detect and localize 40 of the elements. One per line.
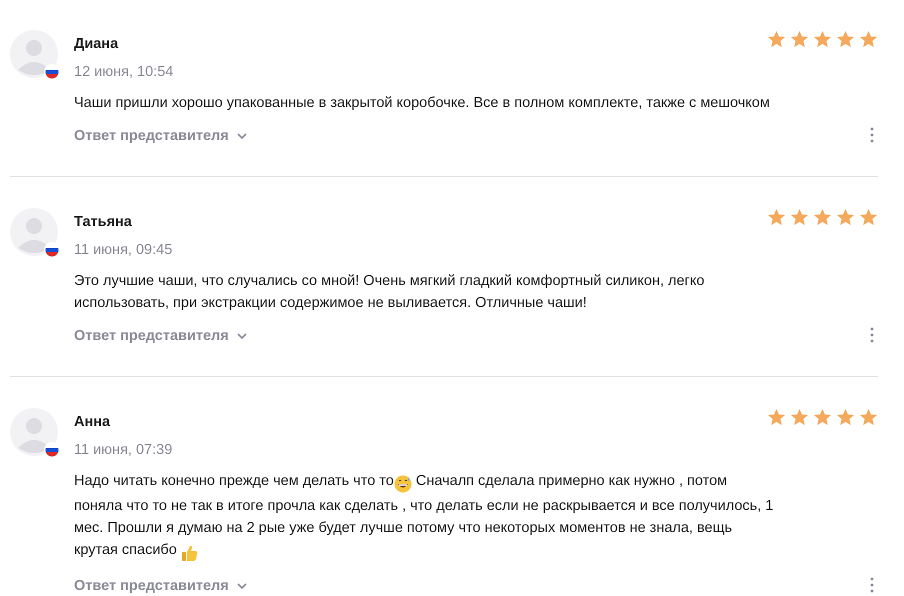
flag-icon xyxy=(44,442,60,458)
kebab-menu-icon xyxy=(870,326,874,343)
star-icon xyxy=(790,30,809,49)
review-text: Чаши пришли хорошо упакованные в закрытой коробочке. Все в полном комплекте, также с мешочком xyxy=(74,94,771,112)
star-icon xyxy=(836,208,855,227)
star-icon xyxy=(767,208,786,227)
avatar-icon xyxy=(10,30,58,78)
star-icon xyxy=(859,30,878,49)
chevron-down-icon xyxy=(236,332,247,340)
star-icon xyxy=(836,408,855,427)
kebab-menu-icon xyxy=(870,576,874,593)
star-icon xyxy=(813,208,832,227)
flag-icon xyxy=(44,242,60,258)
star-icon xyxy=(836,30,855,49)
chevron-down-icon xyxy=(236,582,247,590)
star-icon xyxy=(767,30,786,49)
chevron-down-icon xyxy=(236,132,247,140)
star-icon xyxy=(790,408,809,427)
star-icon xyxy=(859,408,878,427)
grinning-face-icon xyxy=(394,472,412,494)
author-name: Татьяна xyxy=(74,213,133,232)
author-name: Анна xyxy=(74,413,112,432)
reply-toggle[interactable]: Ответ представителя xyxy=(74,126,247,148)
star-icon xyxy=(767,408,786,427)
review-text: Надо читать конечно прежде чем делать что то Сначалп сделала примерно как нужно , потом поняла что то не так в итоге прочла как сделать , что делать если не раскрывается и все получилось, 1 мес. Прошли я думаю на 2 рые уже будет лучше потому что некоторых моментов не знала, вещь крутая спасибо xyxy=(74,470,774,564)
star-icon xyxy=(790,208,809,227)
author-name: Диана xyxy=(74,35,120,54)
flag-icon xyxy=(44,64,60,80)
avatar-icon xyxy=(10,208,58,256)
kebab-menu-icon xyxy=(870,126,874,143)
star-icon xyxy=(859,208,878,227)
star-icon xyxy=(813,30,832,49)
review-text: Это лучшие чаши, что случались со мной! Очень мягкий гладкий комфортный силикон, легко использовать, при экстракции содержимое не выливается. Отличные чаши! xyxy=(74,272,706,312)
reply-toggle[interactable]: Ответ представителя xyxy=(74,326,247,348)
review-date: 11 июня, 09:45 xyxy=(74,240,172,260)
avatar-icon xyxy=(10,408,58,456)
review-date: 11 июня, 07:39 xyxy=(74,440,172,460)
reply-toggle[interactable]: Ответ представителя xyxy=(74,576,247,596)
star-icon xyxy=(813,408,832,427)
review-date: 12 июня, 10:54 xyxy=(74,62,174,82)
